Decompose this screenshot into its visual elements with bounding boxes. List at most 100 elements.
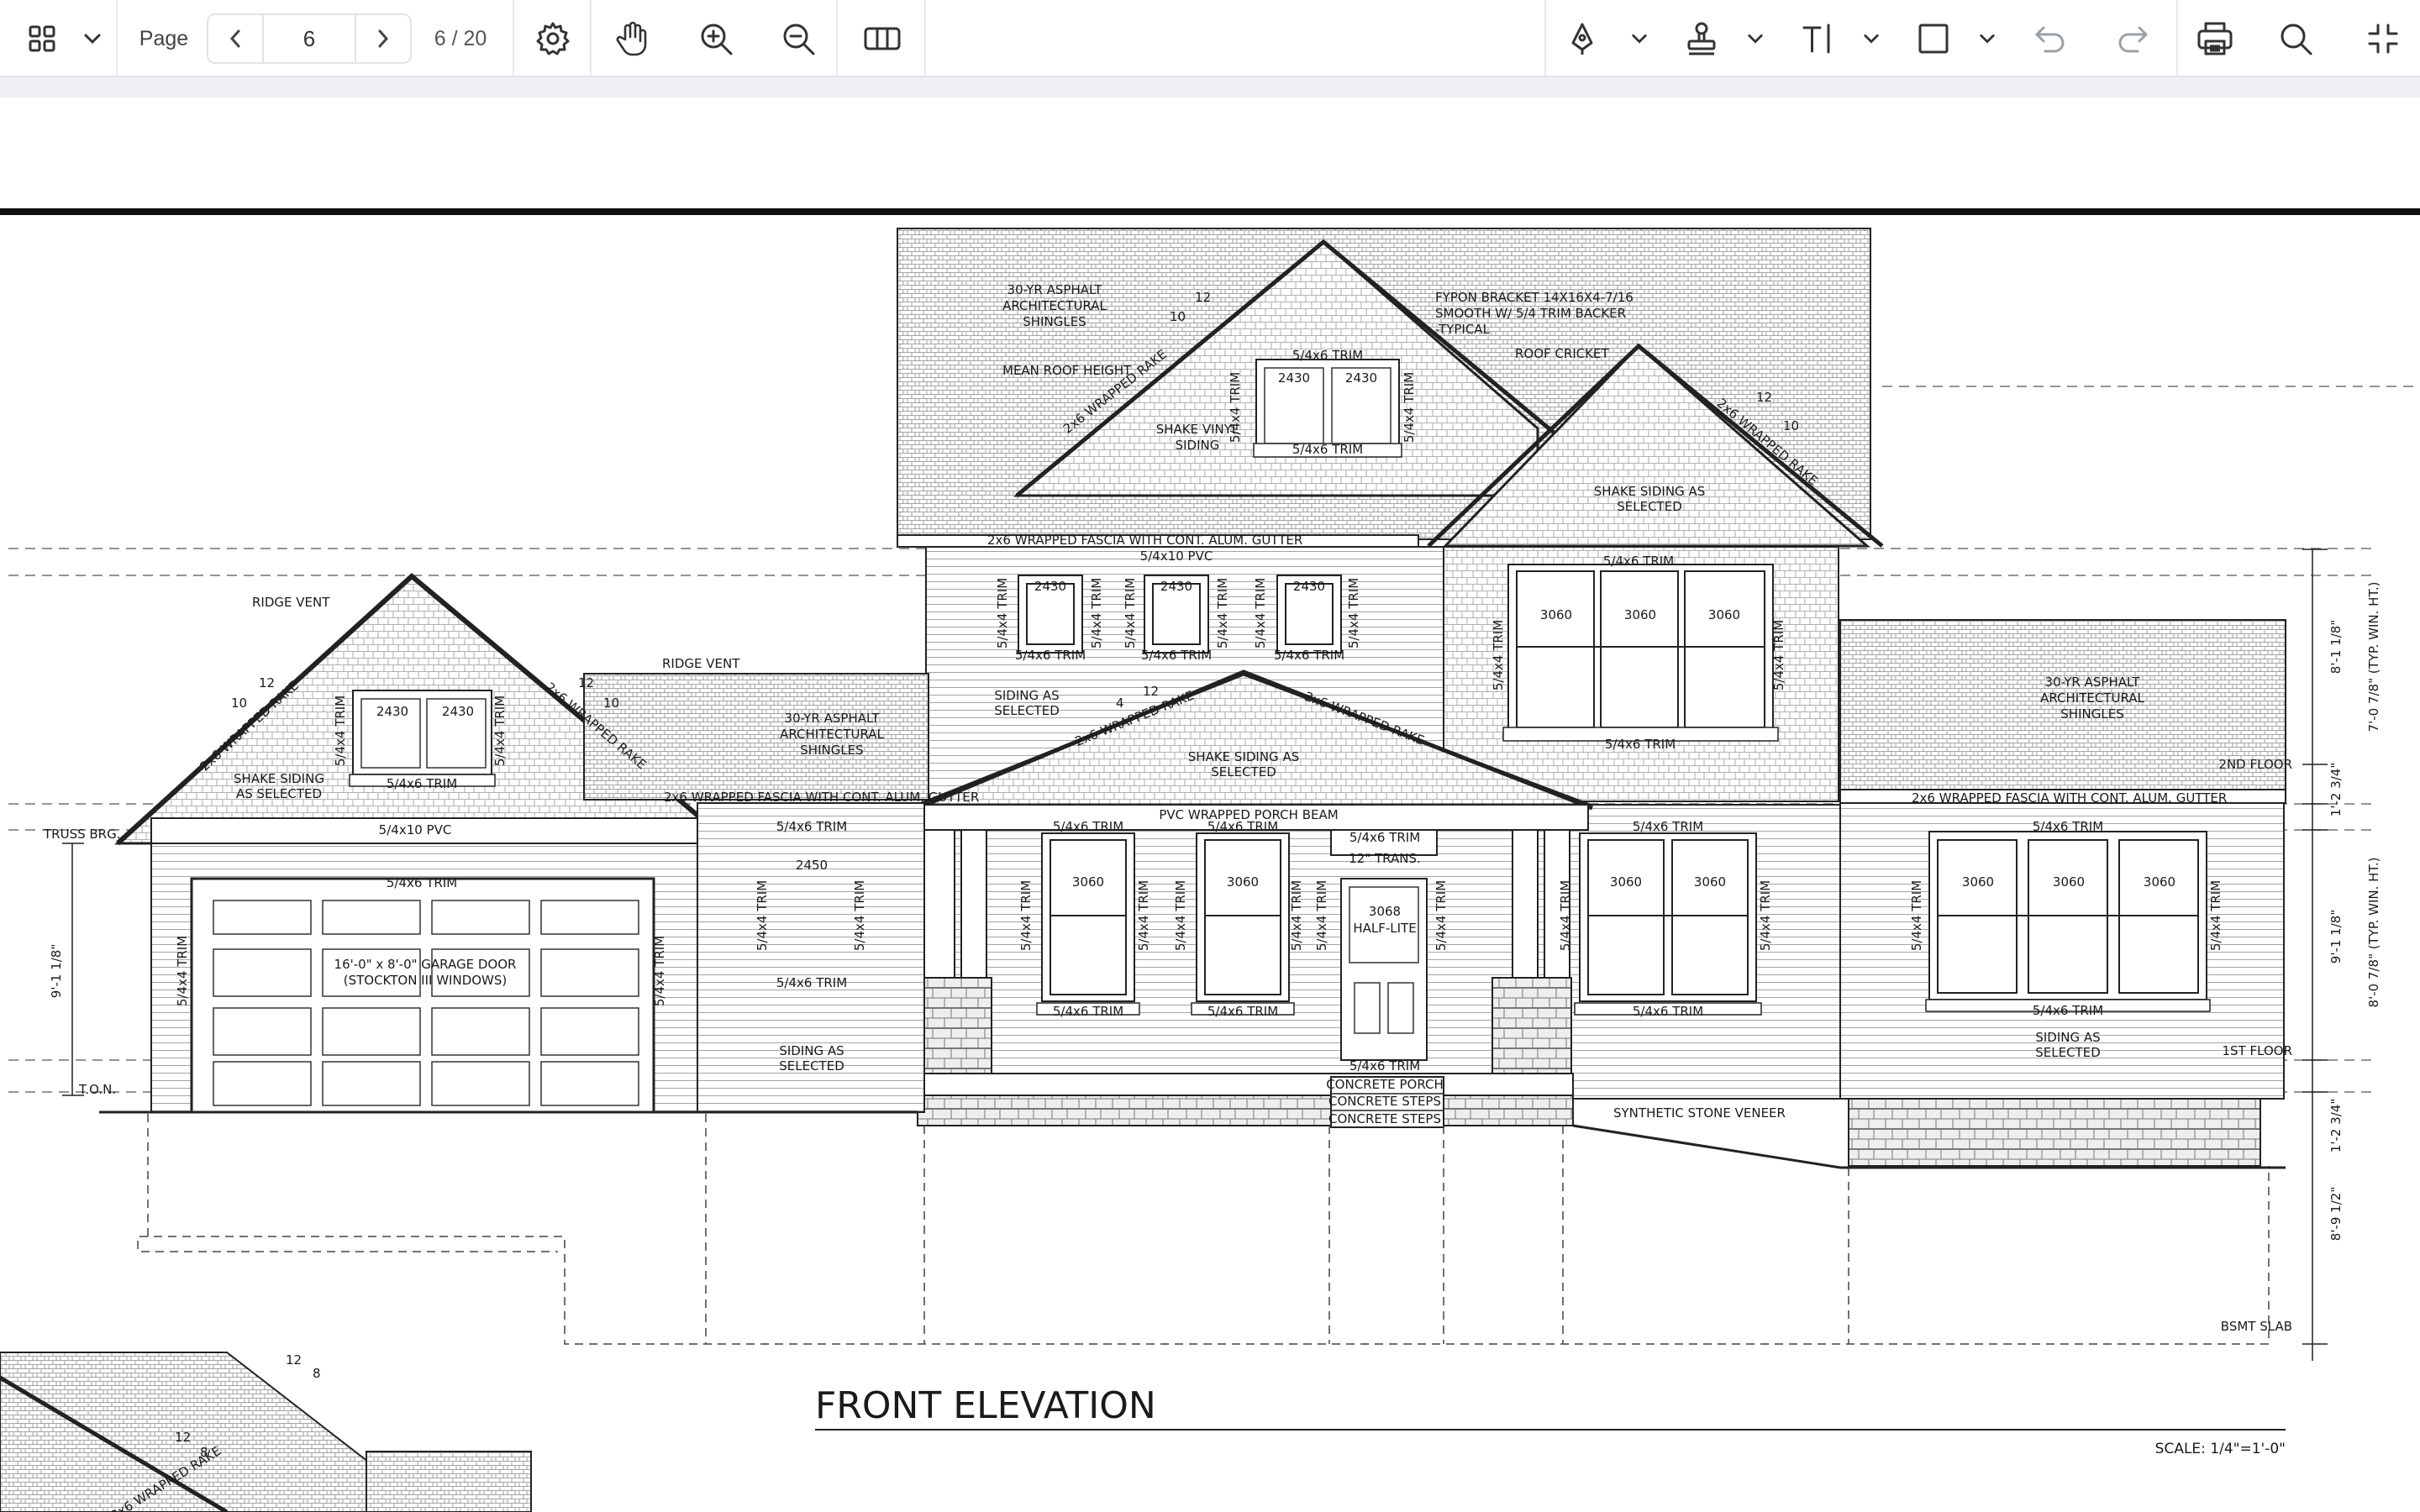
undo-icon (2035, 26, 2065, 53)
document-viewport[interactable]: 30-YR ASPHALT ARCHITECTURAL SHINGLES 12 … (0, 97, 2420, 1512)
toolbar-divider (116, 0, 118, 77)
svg-text:5/4x4 TRIM: 5/4x4 TRIM (1173, 880, 1188, 951)
trim-label: 5/4x6 TRIM (1633, 1004, 1703, 1019)
svg-text:5/4x4 TRIM: 5/4x4 TRIM (492, 696, 508, 766)
redo-button[interactable] (2109, 0, 2156, 77)
roof-note-1: 30-YR ASPHALT (1007, 282, 1103, 297)
trim-label: 5/4x6 TRIM (2033, 819, 2103, 834)
ridge-vent-label: RIDGE VENT (662, 656, 740, 671)
siding-note-1: SIDING AS (994, 688, 1059, 703)
window-tag: 3060 (1694, 874, 1726, 890)
undo-button[interactable] (2027, 0, 2074, 77)
two-page-view-button[interactable] (857, 0, 908, 77)
shape-dropdown-button[interactable] (1975, 0, 2000, 77)
hand-pan-icon (616, 21, 647, 56)
garage-door-label-2: (STOCKTON III WINDOWS) (344, 973, 508, 988)
svg-text:5/4x4 TRIM: 5/4x4 TRIM (1314, 880, 1329, 951)
door-label-2: HALF-LITE (1353, 921, 1416, 936)
search-button[interactable] (2272, 0, 2319, 77)
view-dropdown-button[interactable] (77, 0, 108, 77)
dimension-label: 8'-1 1/8" (2328, 620, 2344, 674)
pitch-label: 4 (1116, 696, 1124, 711)
svg-text:5/4x4 TRIM: 5/4x4 TRIM (1123, 578, 1138, 648)
toolbar-divider (836, 0, 838, 77)
window-tag: 2430 (376, 704, 408, 719)
window-tag: 3060 (1540, 607, 1572, 622)
window-tag: 2430 (1160, 579, 1192, 594)
collapse-button[interactable] (2360, 0, 2407, 77)
sheet-border (0, 208, 2420, 215)
pen-dropdown-button[interactable] (1627, 0, 1652, 77)
stone-veneer-label: SYNTHETIC STONE VENEER (1613, 1105, 1786, 1121)
window-tag: 3060 (2053, 874, 2085, 890)
dimension-label: 8'-9 1/2" (2328, 1187, 2344, 1241)
text-dropdown-button[interactable] (1859, 0, 1884, 77)
search-icon (2281, 24, 2312, 55)
shake-garage-2: AS SELECTED (236, 786, 322, 801)
right-roof-note-1: 30-YR ASPHALT (2045, 675, 2141, 690)
pvc-label: 5/4x10 PVC (379, 822, 452, 837)
text-tool-button[interactable] (1795, 0, 1840, 77)
shake-selected-1: SHAKE SIDING AS (1594, 484, 1705, 499)
trim-label: 5/4x6 TRIM (776, 819, 847, 834)
ton-label: T.O.N. (78, 1082, 116, 1097)
toolbar-divider (924, 0, 926, 77)
truss-bearing-label: TRUSS BRG. (43, 827, 120, 842)
svg-text:5/4x4 TRIM: 5/4x4 TRIM (1346, 578, 1361, 648)
fascia-label: 2x6 WRAPPED FASCIA WITH CONT. ALUM. GUTT… (987, 533, 1302, 548)
right-roof-note-3: SHINGLES (2060, 706, 2123, 722)
roof-cricket-label: ROOF CRICKET (1515, 346, 1610, 361)
dimension-label: 9'-1 1/8" (2328, 910, 2344, 963)
page-count: 6 / 20 (434, 26, 487, 50)
window-tag: 2450 (796, 858, 828, 873)
siding-note-1: SIDING AS (779, 1043, 844, 1058)
shake-porch-2: SELECTED (1211, 764, 1276, 780)
window-tag: 2430 (1293, 579, 1325, 594)
svg-text:5/4x4 TRIM: 5/4x4 TRIM (1402, 372, 1417, 443)
stamp-dropdown-button[interactable] (1743, 0, 1768, 77)
trim-label: 5/4x6 TRIM (1605, 737, 1676, 752)
pitch-label: 12 (1195, 290, 1211, 305)
trim-label: 5/4x6 TRIM (776, 975, 847, 990)
svg-text:5/4x4 TRIM: 5/4x4 TRIM (1758, 880, 1773, 951)
svg-text:5/4x4 TRIM: 5/4x4 TRIM (1558, 880, 1573, 951)
page-number-input[interactable] (262, 15, 356, 62)
pan-tool-button[interactable] (607, 0, 657, 77)
toolbar-divider (1544, 0, 1546, 77)
redo-icon (2118, 26, 2148, 53)
dimension-label: 8'-0 7/8" (TYP. WIN. HT.) (2366, 858, 2381, 1008)
shake-porch-1: SHAKE SIDING AS (1188, 749, 1299, 764)
concrete-porch (917, 1073, 1574, 1096)
next-page-button[interactable] (356, 15, 410, 62)
svg-text:5/4x4 TRIM: 5/4x4 TRIM (995, 578, 1010, 648)
window-tag: 3060 (1227, 874, 1259, 890)
first-floor-label: 1ST FLOOR (2223, 1043, 2292, 1058)
trim-label: 5/4x6 TRIM (1053, 1004, 1123, 1019)
print-button[interactable] (2191, 0, 2238, 77)
trim-label: 5/4x6 TRIM (2033, 1003, 2103, 1018)
window-tag: 2430 (1278, 370, 1310, 386)
zoom-out-button[interactable] (773, 0, 823, 77)
dimension-label: 1'-2 3/4" (2328, 763, 2344, 816)
trim-label: 5/4x6 TRIM (387, 875, 457, 890)
pen-icon (1571, 23, 1593, 55)
zoom-in-button[interactable] (691, 0, 741, 77)
trim-label: 5/4x6 TRIM (1292, 442, 1363, 457)
pitch-label: 10 (231, 696, 247, 711)
grid-view-button[interactable] (17, 0, 67, 77)
previous-page-button[interactable] (208, 15, 262, 62)
page-label: Page (139, 26, 189, 50)
chevron-down-icon (84, 34, 101, 45)
rectangle-tool-button[interactable] (1911, 0, 1956, 77)
zoom-in-icon (701, 24, 733, 55)
drawing-scale: SCALE: 1/4"=1'-0" (2155, 1441, 2286, 1457)
pen-tool-button[interactable] (1561, 0, 1603, 77)
stamp-tool-button[interactable] (1679, 0, 1724, 77)
svg-text:5/4x4 TRIM: 5/4x4 TRIM (1136, 880, 1151, 951)
settings-button[interactable] (528, 0, 578, 77)
right-roof-note-2: ARCHITECTURAL (2040, 690, 2144, 706)
svg-text:5/4x4 TRIM: 5/4x4 TRIM (1228, 372, 1243, 443)
pvc-label: 5/4x10 PVC (1140, 549, 1213, 564)
svg-text:5/4x4 TRIM: 5/4x4 TRIM (1089, 578, 1104, 648)
svg-text:5/4x4 TRIM: 5/4x4 TRIM (1215, 578, 1230, 648)
